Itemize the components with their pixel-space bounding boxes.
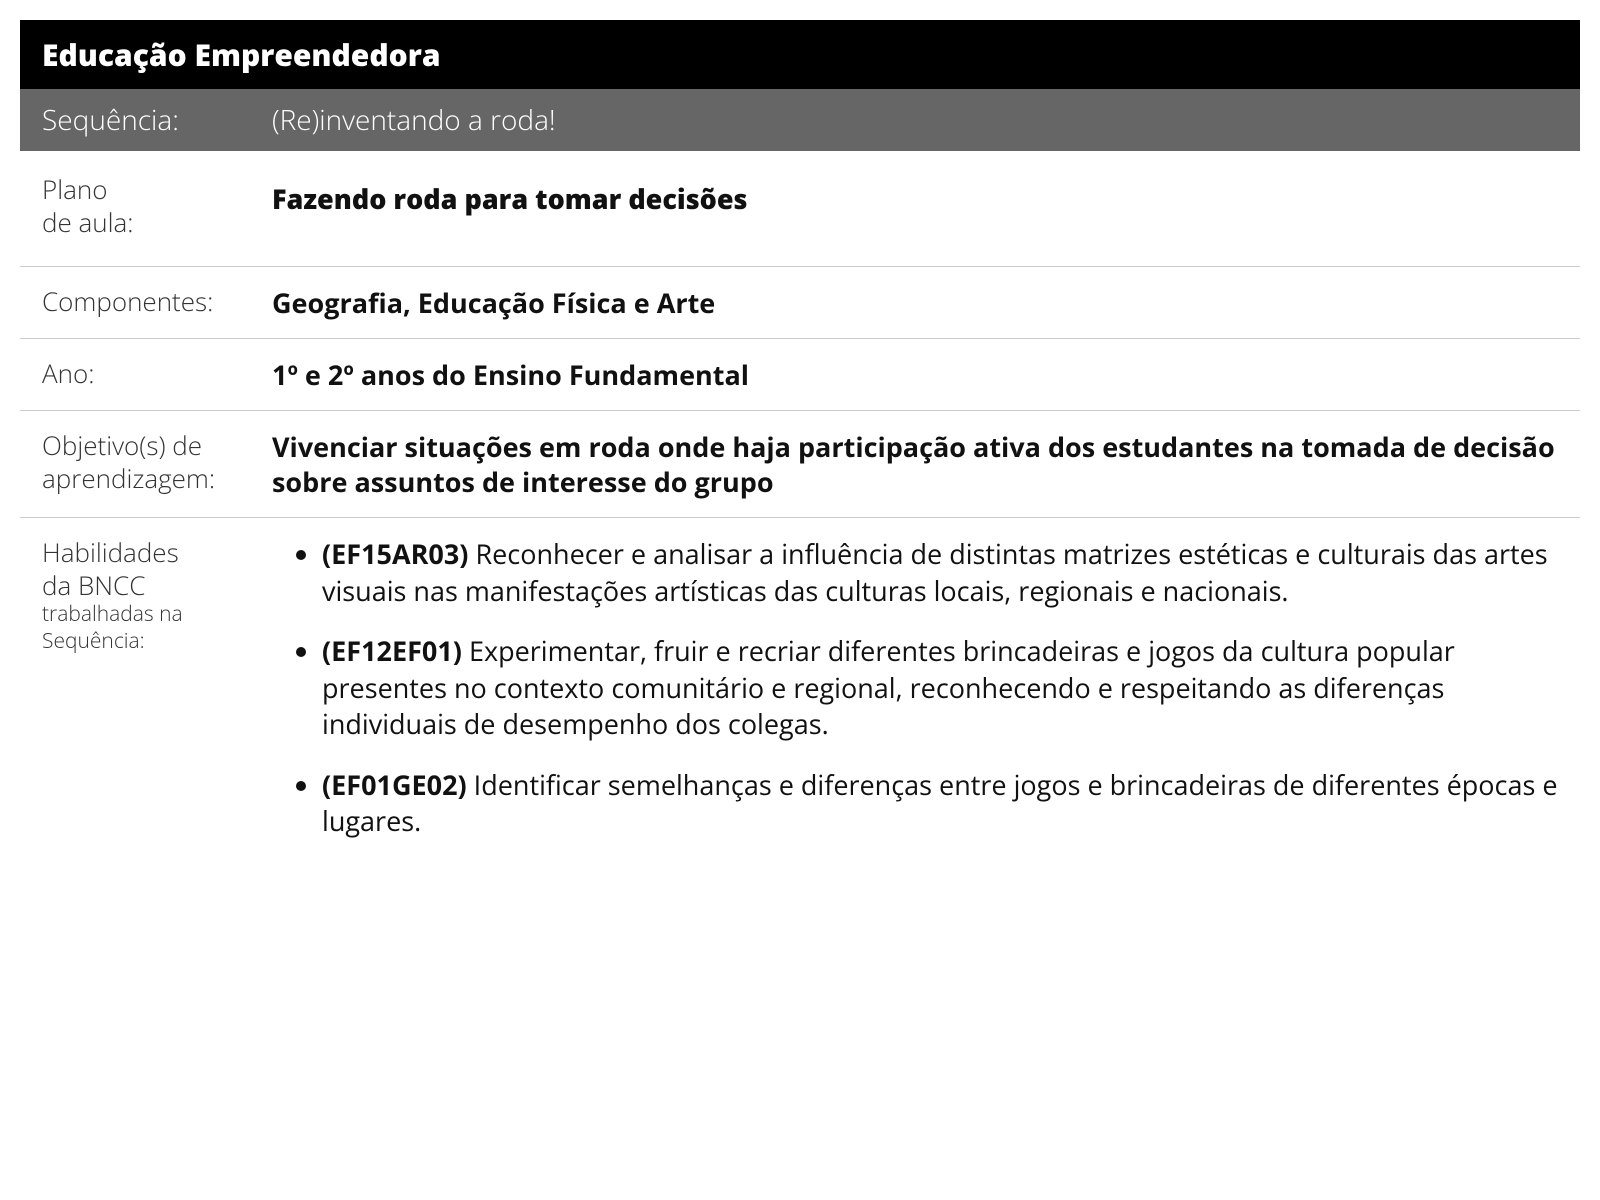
lesson-plan-document: Educação Empreendedora Sequência: (Re)in… <box>20 20 1580 881</box>
objectives-value: Vivenciar situações em roda onde haja pa… <box>272 429 1558 499</box>
list-item: (EF15AR03) Reconhecer e analisar a influ… <box>322 536 1558 609</box>
components-label: Componentes: <box>42 285 272 318</box>
objectives-label-line1: Objetivo(s) de <box>42 427 202 463</box>
list-item: (EF12EF01) Experimentar, fruir e recriar… <box>322 633 1558 742</box>
skills-row: Habilidades da BNCC trabalhadas na Sequê… <box>20 518 1580 881</box>
components-row: Componentes: Geografia, Educação Física … <box>20 267 1580 339</box>
header-title: Educação Empreendedora <box>42 34 441 75</box>
skill-code: (EF12EF01) <box>322 632 462 669</box>
year-label: Ano: <box>42 357 272 390</box>
skills-label-line3: trabalhadas na <box>42 601 272 627</box>
sequence-value: (Re)inventando a roda! <box>272 101 1558 139</box>
list-item: (EF01GE02) Identificar semelhanças e dif… <box>322 767 1558 840</box>
sequence-label: Sequência: <box>42 101 272 139</box>
skill-text: Identificar semelhanças e diferenças ent… <box>322 766 1558 839</box>
skills-label: Habilidades da BNCC trabalhadas na Sequê… <box>42 536 272 654</box>
plan-row: Plano de aula: Fazendo roda para tomar d… <box>20 151 1580 267</box>
skills-label-line2: da BNCC <box>42 567 145 603</box>
skills-list: (EF15AR03) Reconhecer e analisar a influ… <box>272 536 1558 839</box>
document-header: Educação Empreendedora <box>20 20 1580 89</box>
skills-list-container: (EF15AR03) Reconhecer e analisar a influ… <box>272 536 1558 863</box>
skills-label-line1: Habilidades <box>42 534 179 570</box>
skills-label-line4: Sequência: <box>42 628 272 654</box>
plan-label: Plano de aula: <box>42 173 272 238</box>
sequence-row: Sequência: (Re)inventando a roda! <box>20 89 1580 151</box>
skill-code: (EF01GE02) <box>322 766 467 803</box>
skill-code: (EF15AR03) <box>322 535 468 572</box>
skill-text: Experimentar, fruir e recriar diferentes… <box>322 632 1455 742</box>
components-value: Geografia, Educação Física e Arte <box>272 285 1558 320</box>
plan-label-line1: Plano <box>42 171 107 207</box>
year-value: 1º e 2º anos do Ensino Fundamental <box>272 357 1558 392</box>
skill-text: Reconhecer e analisar a influência de di… <box>322 535 1548 608</box>
objectives-row: Objetivo(s) de aprendizagem: Vivenciar s… <box>20 411 1580 518</box>
plan-title: Fazendo roda para tomar decisões <box>272 173 1558 216</box>
year-row: Ano: 1º e 2º anos do Ensino Fundamental <box>20 339 1580 411</box>
objectives-label: Objetivo(s) de aprendizagem: <box>42 429 272 494</box>
objectives-label-line2: aprendizagem: <box>42 460 215 496</box>
plan-label-line2: de aula: <box>42 204 133 240</box>
